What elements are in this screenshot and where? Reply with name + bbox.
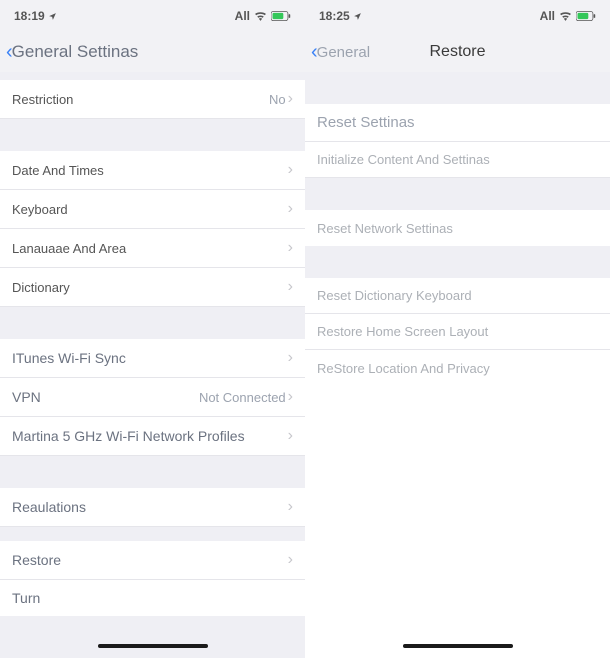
row-label: ReStore Location And Privacy <box>317 361 490 376</box>
row-label: VPN <box>12 389 41 405</box>
carrier-label: All <box>235 9 250 23</box>
row-label: Restriction <box>12 92 73 107</box>
row-reset-network[interactable]: Reset Network Settinas <box>305 210 610 246</box>
row-initialize[interactable]: Initialize Content And Settinas <box>305 142 610 178</box>
status-time: 18:25 <box>319 9 350 23</box>
row-label: Turn <box>12 590 40 606</box>
chevron-right-icon: › <box>288 239 293 257</box>
row-value: Not Connected <box>199 390 286 405</box>
nav-bar: ‹ General Restore <box>305 32 610 72</box>
back-button[interactable]: ‹ General <box>311 41 370 64</box>
left-phone: 18:19 All ‹ General Settinas Restriction… <box>0 0 305 658</box>
location-icon <box>353 12 362 21</box>
chevron-right-icon: › <box>288 200 293 218</box>
chevron-right-icon: › <box>288 551 293 569</box>
right-phone: 18:25 All ‹ General Restore Reset Settin… <box>305 0 610 658</box>
battery-icon <box>576 11 596 21</box>
back-label: General <box>317 44 370 61</box>
row-restore-home[interactable]: Restore Home Screen Layout <box>305 314 610 350</box>
row-label: Reset Dictionary Keyboard <box>317 288 472 303</box>
battery-icon <box>271 11 291 21</box>
carrier-label: All <box>540 9 555 23</box>
status-bar: 18:19 All <box>0 0 305 32</box>
chevron-right-icon: › <box>288 278 293 296</box>
row-dictionary[interactable]: Dictionary › <box>0 268 305 307</box>
nav-bar: ‹ General Settinas <box>0 32 305 72</box>
row-label: Reaulations <box>12 499 86 515</box>
location-icon <box>48 12 57 21</box>
row-regulations[interactable]: Reaulations › <box>0 488 305 527</box>
settings-list: Restriction No › Date And Times › Keyboa… <box>0 72 305 658</box>
row-itunes-sync[interactable]: ITunes Wi-Fi Sync › <box>0 339 305 378</box>
row-label: Date And Times <box>12 163 104 178</box>
row-reset-settings[interactable]: Reset Settinas <box>305 104 610 142</box>
row-restore-location[interactable]: ReStore Location And Privacy <box>305 350 610 386</box>
row-reset-dictionary[interactable]: Reset Dictionary Keyboard <box>305 278 610 314</box>
chevron-right-icon: › <box>288 349 293 367</box>
row-label: Initialize Content And Settinas <box>317 152 490 167</box>
row-datetime[interactable]: Date And Times › <box>0 151 305 190</box>
home-indicator[interactable] <box>98 644 208 648</box>
status-bar: 18:25 All <box>305 0 610 32</box>
row-value: No <box>269 92 286 107</box>
chevron-right-icon: › <box>288 161 293 179</box>
row-label: Reset Network Settinas <box>317 221 453 236</box>
row-label: Dictionary <box>12 280 70 295</box>
row-label: Keyboard <box>12 202 68 217</box>
restore-list: Reset Settinas Initialize Content And Se… <box>305 72 610 658</box>
row-label: Restore Home Screen Layout <box>317 324 488 339</box>
row-label: Lanauaae And Area <box>12 241 126 256</box>
chevron-right-icon: › <box>288 90 293 108</box>
row-keyboard[interactable]: Keyboard › <box>0 190 305 229</box>
chevron-right-icon: › <box>288 388 293 406</box>
row-label: Restore <box>12 552 61 568</box>
chevron-right-icon: › <box>288 427 293 445</box>
nav-title: Restore <box>429 43 485 61</box>
nav-title: General Settinas <box>12 42 139 62</box>
row-vpn[interactable]: VPN Not Connected › <box>0 378 305 417</box>
home-indicator[interactable] <box>403 644 513 648</box>
row-restore[interactable]: Restore › <box>0 541 305 580</box>
row-label: Martina 5 GHz Wi-Fi Network Profiles <box>12 428 245 444</box>
wifi-icon <box>559 11 572 21</box>
chevron-right-icon: › <box>288 498 293 516</box>
status-time: 18:19 <box>14 9 45 23</box>
row-restriction[interactable]: Restriction No › <box>0 80 305 119</box>
row-wifi-profile[interactable]: Martina 5 GHz Wi-Fi Network Profiles › <box>0 417 305 456</box>
wifi-icon <box>254 11 267 21</box>
row-turn[interactable]: Turn <box>0 580 305 616</box>
row-label: Reset Settinas <box>317 114 415 131</box>
row-label: ITunes Wi-Fi Sync <box>12 350 126 366</box>
row-language[interactable]: Lanauaae And Area › <box>0 229 305 268</box>
